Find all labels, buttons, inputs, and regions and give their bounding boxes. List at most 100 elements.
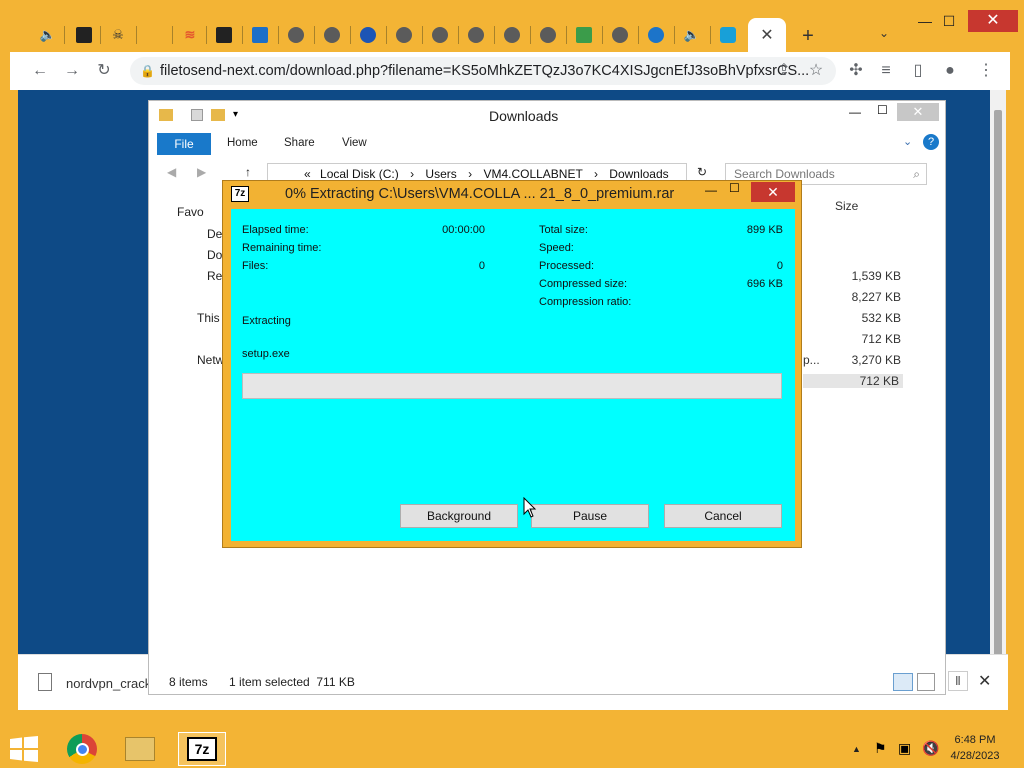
breadcrumb-users[interactable]: Users bbox=[425, 167, 456, 181]
media-icon[interactable]: ≡ bbox=[876, 61, 896, 81]
tab-5[interactable] bbox=[242, 18, 278, 52]
ribbon-expand-icon[interactable]: ⌄ bbox=[903, 135, 912, 148]
show-all-downloads-button[interactable]: Ⅱ bbox=[948, 671, 968, 691]
total-size-value: 899 KB bbox=[746, 224, 783, 236]
swirl-icon bbox=[360, 27, 376, 43]
taskbar-7zip[interactable]: 7z bbox=[178, 732, 226, 766]
explorer-close-button[interactable]: ✕ bbox=[897, 103, 939, 121]
explorer-forward-icon[interactable]: ▶ bbox=[197, 165, 206, 179]
breadcrumb-downloads[interactable]: Downloads bbox=[609, 167, 668, 181]
tab-13[interactable] bbox=[530, 18, 566, 52]
tab-17[interactable]: 🔈 bbox=[674, 18, 710, 52]
active-tab-close-icon[interactable]: ✕ bbox=[748, 18, 786, 52]
page-scrollbar[interactable] bbox=[990, 90, 1006, 710]
side-panel-icon[interactable]: ▯ bbox=[908, 61, 928, 81]
forward-icon[interactable]: → bbox=[62, 61, 82, 81]
up-icon[interactable]: ↑ bbox=[245, 165, 251, 179]
tab-12[interactable] bbox=[494, 18, 530, 52]
pause-button[interactable]: Pause bbox=[531, 504, 649, 528]
address-bar[interactable]: 🔒 filetosend-next.com/download.php?filen… bbox=[130, 57, 836, 85]
ribbon-tab-view[interactable]: View bbox=[342, 137, 367, 149]
mouse-cursor-icon bbox=[523, 497, 537, 518]
taskbar-file-explorer[interactable] bbox=[116, 732, 164, 766]
search-placeholder: Search Downloads bbox=[734, 167, 835, 181]
network-icon[interactable]: ▣ bbox=[898, 740, 911, 757]
file-size-selected[interactable]: 712 KB bbox=[803, 374, 903, 388]
dialog-minimize-button[interactable]: — bbox=[705, 183, 717, 197]
tab-1[interactable] bbox=[66, 18, 102, 52]
breadcrumb-local-disk[interactable]: Local Disk (C:) bbox=[320, 167, 399, 181]
7zip-logo-icon: 7z bbox=[231, 186, 249, 202]
nav-downloads[interactable]: Do bbox=[207, 248, 222, 262]
window-maximize-button[interactable]: ☐ bbox=[934, 12, 964, 30]
details-view-icon[interactable] bbox=[893, 673, 913, 691]
nav-network[interactable]: Netw bbox=[197, 353, 224, 367]
new-folder-icon[interactable] bbox=[211, 109, 225, 121]
tab-3[interactable]: ≋ bbox=[172, 18, 208, 52]
ribbon-tab-home[interactable]: Home bbox=[227, 137, 258, 149]
nav-desktop[interactable]: De bbox=[207, 227, 222, 241]
close-download-bar-icon[interactable]: ✕ bbox=[978, 671, 991, 691]
lock-icon: 🔒 bbox=[140, 64, 155, 78]
tab-10[interactable] bbox=[422, 18, 458, 52]
action-center-flag-icon[interactable]: ⚑ bbox=[874, 740, 887, 757]
back-icon[interactable]: ← bbox=[30, 61, 50, 81]
window-close-button[interactable]: ✕ bbox=[968, 10, 1018, 32]
tab-2[interactable]: ☠ bbox=[100, 18, 136, 52]
file-name-partial[interactable]: p... bbox=[803, 353, 820, 367]
properties-icon[interactable] bbox=[191, 109, 203, 121]
files-label: Files: bbox=[242, 260, 269, 272]
explorer-refresh-icon[interactable]: ↻ bbox=[697, 165, 707, 179]
dialog-maximize-button[interactable]: ☐ bbox=[729, 181, 740, 195]
menu-kebab-icon[interactable]: ⋮ bbox=[976, 61, 996, 81]
nav-this-pc[interactable]: This bbox=[197, 311, 220, 325]
tab-4[interactable] bbox=[206, 18, 242, 52]
profile-avatar-icon[interactable]: ● bbox=[940, 61, 960, 81]
share-icon[interactable]: ⇪ bbox=[774, 61, 794, 81]
tab-7[interactable] bbox=[314, 18, 350, 52]
tab-18[interactable] bbox=[710, 18, 746, 52]
ribbon-file-tab[interactable]: File bbox=[157, 133, 211, 155]
breadcrumb-separator-icon: › bbox=[410, 167, 415, 181]
breadcrumb-user[interactable]: VM4.COLLABNET bbox=[483, 167, 582, 181]
breadcrumb-prefix[interactable]: « bbox=[304, 167, 311, 181]
tab-audio[interactable]: 🔈 bbox=[30, 18, 66, 52]
tab-15[interactable] bbox=[602, 18, 638, 52]
tab-11[interactable] bbox=[458, 18, 494, 52]
cancel-button[interactable]: Cancel bbox=[664, 504, 782, 528]
reload-icon[interactable]: ↻ bbox=[94, 61, 114, 81]
tab-6[interactable] bbox=[278, 18, 314, 52]
explorer-minimize-button[interactable]: — bbox=[849, 105, 861, 119]
background-button[interactable]: Background bbox=[400, 504, 518, 528]
nav-recent[interactable]: Re bbox=[207, 269, 222, 283]
scroll-thumb[interactable] bbox=[994, 110, 1002, 710]
file-size: 532 KB bbox=[861, 311, 901, 325]
volume-muted-icon[interactable]: 🔇 bbox=[922, 740, 939, 757]
tab-strip: 🔈 ☠ ≋ 🔈 bbox=[0, 0, 1024, 52]
windows-start-icon[interactable] bbox=[10, 736, 38, 762]
tab-8[interactable] bbox=[350, 18, 386, 52]
show-hidden-icons-chevron[interactable]: ▲ bbox=[852, 744, 861, 754]
column-header-size[interactable]: Size bbox=[835, 199, 858, 213]
extract-progress-dialog: 7z 0% Extracting C:\Users\VM4.COLLA ... … bbox=[222, 180, 802, 548]
tab-9[interactable] bbox=[386, 18, 422, 52]
taskbar-chrome[interactable] bbox=[58, 732, 106, 766]
tab-14[interactable] bbox=[566, 18, 602, 52]
extensions-icon[interactable]: ✣ bbox=[846, 61, 866, 81]
tab-search-icon[interactable]: ⌄ bbox=[874, 26, 894, 46]
new-tab-button[interactable]: + bbox=[796, 24, 820, 48]
download-filename[interactable]: nordvpn_crack bbox=[66, 676, 151, 691]
dialog-close-button[interactable]: ✕ bbox=[751, 182, 795, 202]
nav-favorites[interactable]: Favo bbox=[177, 205, 204, 219]
bookmark-star-icon[interactable]: ☆ bbox=[806, 61, 826, 81]
ribbon-tab-share[interactable]: Share bbox=[284, 137, 315, 149]
file-size: 712 KB bbox=[861, 332, 901, 346]
explorer-statusbar: 8 items 1 item selected 711 KB bbox=[149, 671, 945, 695]
tab-16[interactable] bbox=[638, 18, 674, 52]
explorer-back-icon[interactable]: ◀ bbox=[167, 165, 176, 179]
explorer-maximize-button[interactable]: ☐ bbox=[877, 103, 888, 117]
taskbar-clock[interactable]: 6:48 PM 4/28/2023 bbox=[940, 732, 1010, 764]
large-icons-view-icon[interactable] bbox=[917, 673, 935, 691]
help-icon[interactable]: ? bbox=[923, 134, 939, 150]
quick-access-dropdown-icon[interactable]: ▾ bbox=[233, 109, 238, 120]
